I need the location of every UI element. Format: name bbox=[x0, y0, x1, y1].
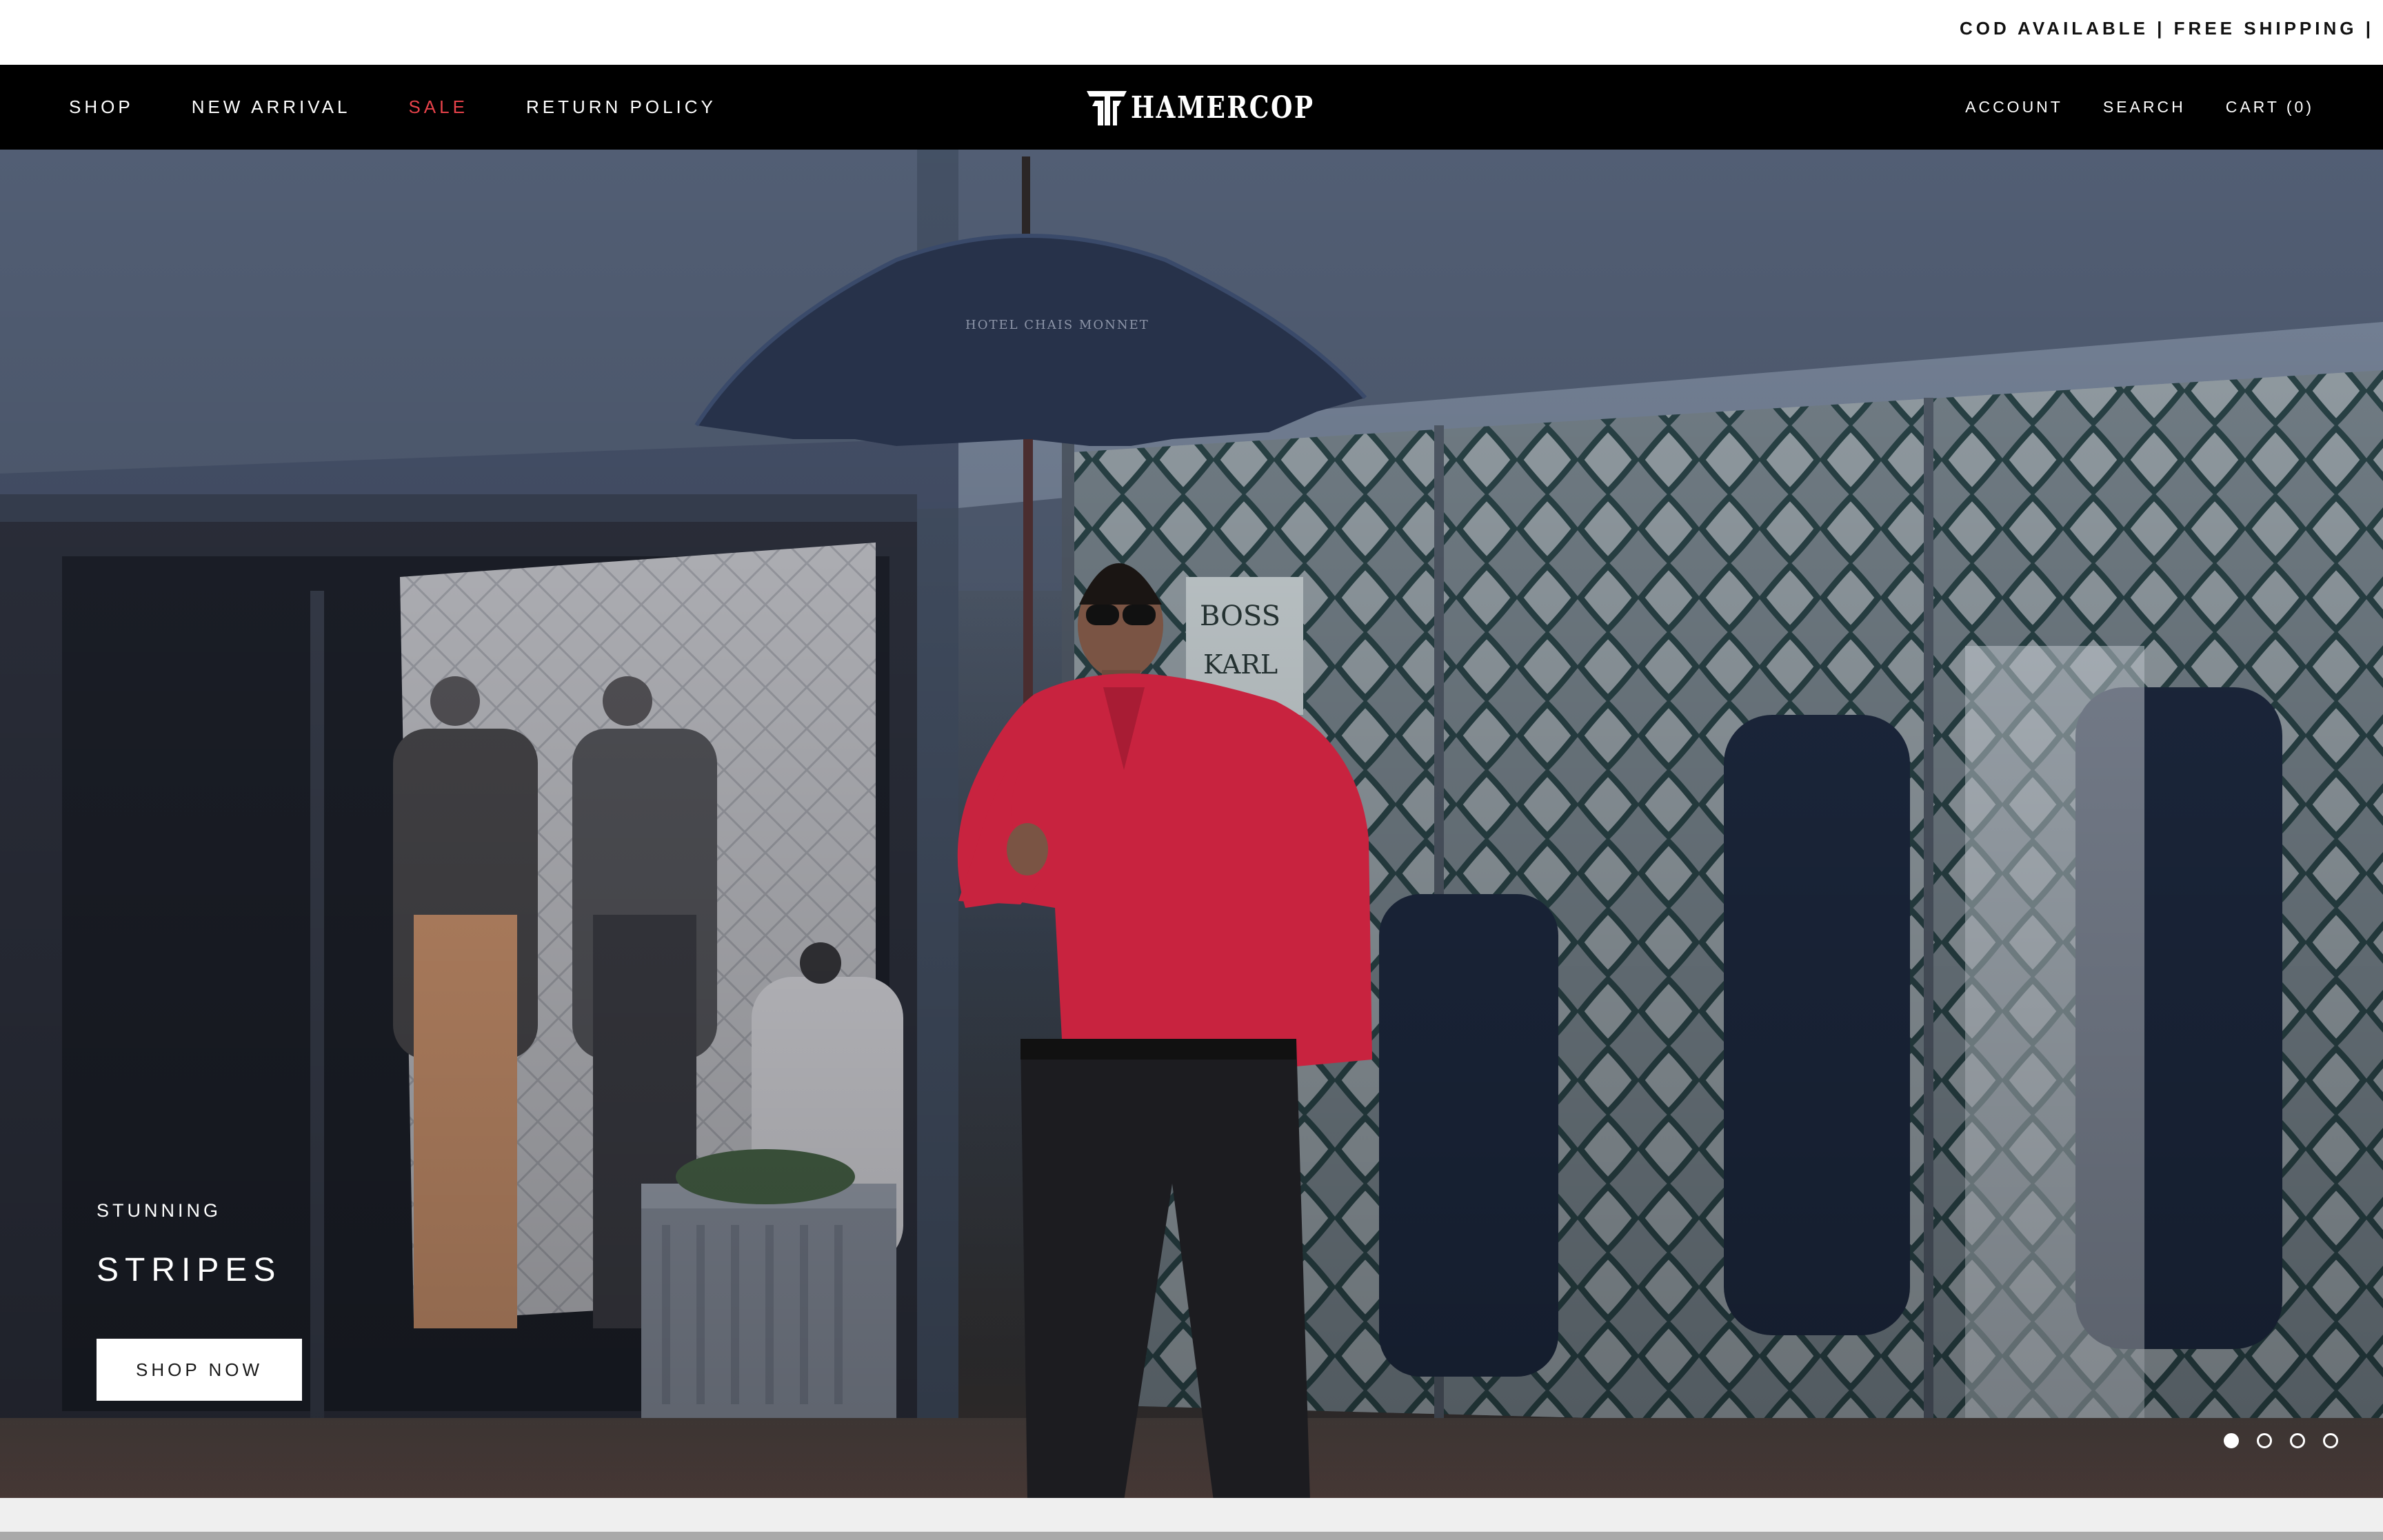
nav-search[interactable]: SEARCH bbox=[2103, 98, 2186, 116]
shop-now-button[interactable]: SHOP NOW bbox=[97, 1339, 302, 1401]
hero-title: STRIPES bbox=[97, 1252, 282, 1288]
nav-cart[interactable]: CART (0) bbox=[2226, 98, 2314, 116]
hero-subtitle: STUNNING bbox=[97, 1200, 221, 1221]
hamercop-logo-icon bbox=[1087, 91, 1127, 125]
slide-indicators bbox=[2224, 1433, 2338, 1448]
nav-sale[interactable]: SALE bbox=[408, 97, 468, 118]
site-header: SHOP NEW ARRIVAL SALE RETURN POLICY HAME… bbox=[0, 65, 2383, 150]
logo-wordmark: HAMERCOP bbox=[1131, 90, 1315, 125]
hero-image: BOSS KARL HOTEL CHAIS MONNET bbox=[0, 150, 2383, 1498]
announcement-text: COD AVAILABLE | FREE SHIPPING | EAS bbox=[1960, 18, 2383, 39]
announcement-bar: COD AVAILABLE | FREE SHIPPING | EAS bbox=[0, 0, 2383, 65]
nav-shop[interactable]: SHOP bbox=[69, 97, 134, 118]
account-nav: ACCOUNT SEARCH CART (0) bbox=[1965, 65, 2314, 150]
nav-account[interactable]: ACCOUNT bbox=[1965, 98, 2063, 116]
svg-text:HOTEL CHAIS MONNET: HOTEL CHAIS MONNET bbox=[965, 318, 1149, 332]
nav-new-arrival[interactable]: NEW ARRIVAL bbox=[192, 97, 351, 118]
slide-dot-4[interactable] bbox=[2323, 1433, 2338, 1448]
main-nav: SHOP NEW ARRIVAL SALE RETURN POLICY bbox=[69, 65, 716, 150]
hero-slideshow: BOSS KARL HOTEL CHAIS MONNET bbox=[0, 150, 2383, 1498]
slide-dot-3[interactable] bbox=[2290, 1433, 2305, 1448]
section-divider bbox=[0, 1532, 2383, 1540]
slide-dot-2[interactable] bbox=[2257, 1433, 2272, 1448]
site-logo[interactable]: HAMERCOP bbox=[1085, 84, 1355, 131]
slide-dot-1[interactable] bbox=[2224, 1433, 2239, 1448]
nav-return-policy[interactable]: RETURN POLICY bbox=[526, 97, 716, 118]
